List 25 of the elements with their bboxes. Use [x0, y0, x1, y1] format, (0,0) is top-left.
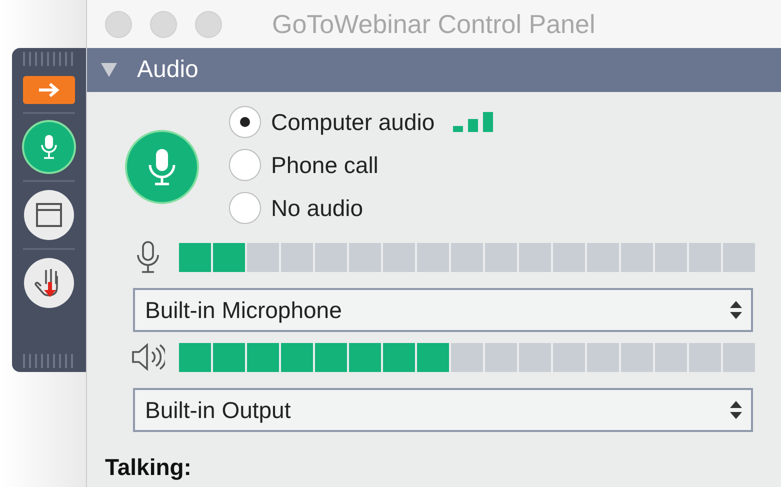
radio-label[interactable]: Phone call — [271, 152, 378, 178]
speaker-icon — [131, 342, 165, 372]
window-title: GoToWebinar Control Panel — [272, 8, 596, 40]
microphone-icon — [39, 133, 59, 161]
device-dropdown[interactable]: Built-in Microphone — [133, 288, 753, 332]
window-icon — [35, 201, 63, 229]
radio-label[interactable]: Computer audio — [271, 108, 435, 136]
radio-label[interactable]: No audio — [271, 194, 364, 222]
radio-button[interactable] — [229, 192, 261, 224]
arrow-icon — [37, 82, 61, 98]
microphone-icon[interactable] — [127, 132, 197, 202]
close-button[interactable] — [105, 10, 132, 38]
device-dropdown[interactable]: Built-in Output — [133, 388, 753, 432]
arrow-button[interactable] — [23, 76, 75, 104]
section-header[interactable]: Audio — [87, 48, 781, 92]
raise-hand-button[interactable] — [24, 258, 74, 308]
disclosure-triangle-icon — [101, 63, 117, 77]
zoom-button[interactable] — [195, 10, 222, 38]
radio-button[interactable] — [229, 149, 261, 181]
talking-label: Talking: — [105, 454, 192, 481]
window-button[interactable] — [24, 190, 74, 240]
section-title: Audio — [137, 56, 198, 84]
minimize-button[interactable] — [150, 10, 177, 38]
radio-button[interactable] — [229, 106, 261, 138]
microphone-button[interactable] — [24, 122, 74, 172]
